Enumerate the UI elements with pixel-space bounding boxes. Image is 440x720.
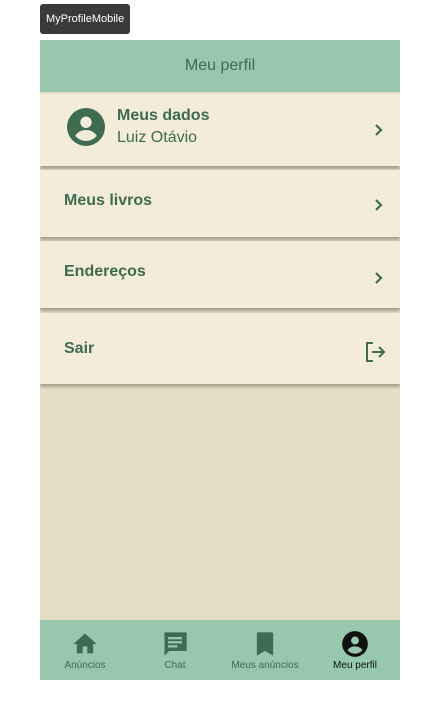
logout-label: Sair [64, 340, 95, 357]
nav-label: Meu perfil [333, 660, 377, 671]
chevron-right-icon [375, 199, 383, 211]
addresses-label: Endereços [64, 263, 146, 280]
logout-icon [366, 342, 386, 362]
menu-item-my-books[interactable]: Meus livros [40, 170, 400, 237]
account-circle-icon [67, 108, 105, 146]
nav-label: Meus anúncios [231, 660, 299, 671]
frame-label: MyProfileMobile [40, 4, 131, 34]
chat-icon [164, 632, 187, 656]
my-books-label: Meus livros [64, 192, 153, 209]
phone-screen: Meu perfil Meus dados Luiz Otávio Meus l… [40, 40, 400, 680]
chevron-right-icon [375, 272, 383, 284]
account-circle-icon [342, 631, 368, 657]
nav-label: Chat [164, 660, 186, 671]
nav-item-my-profile[interactable]: Meu perfil [310, 620, 400, 680]
app-bar: Meu perfil [40, 40, 400, 92]
nav-label: Anúncios [64, 660, 106, 671]
my-data-label: Meus dados [117, 107, 210, 124]
nav-item-chat[interactable]: Chat [130, 620, 220, 680]
chevron-right-icon [375, 124, 383, 136]
user-name: Luiz Otávio [117, 129, 198, 146]
home-icon [73, 633, 97, 654]
menu-item-logout[interactable]: Sair [40, 313, 400, 384]
bottom-navigation: Anúncios Chat Meus anúncios Meu perfil [40, 620, 400, 680]
page-title: Meu perfil [184, 57, 256, 74]
bookmark-icon [256, 632, 274, 656]
nav-item-my-ads[interactable]: Meus anúncios [220, 620, 310, 680]
nav-item-ads[interactable]: Anúncios [40, 620, 130, 680]
menu-item-my-data[interactable]: Meus dados Luiz Otávio [40, 94, 400, 166]
menu-item-addresses[interactable]: Endereços [40, 241, 400, 308]
